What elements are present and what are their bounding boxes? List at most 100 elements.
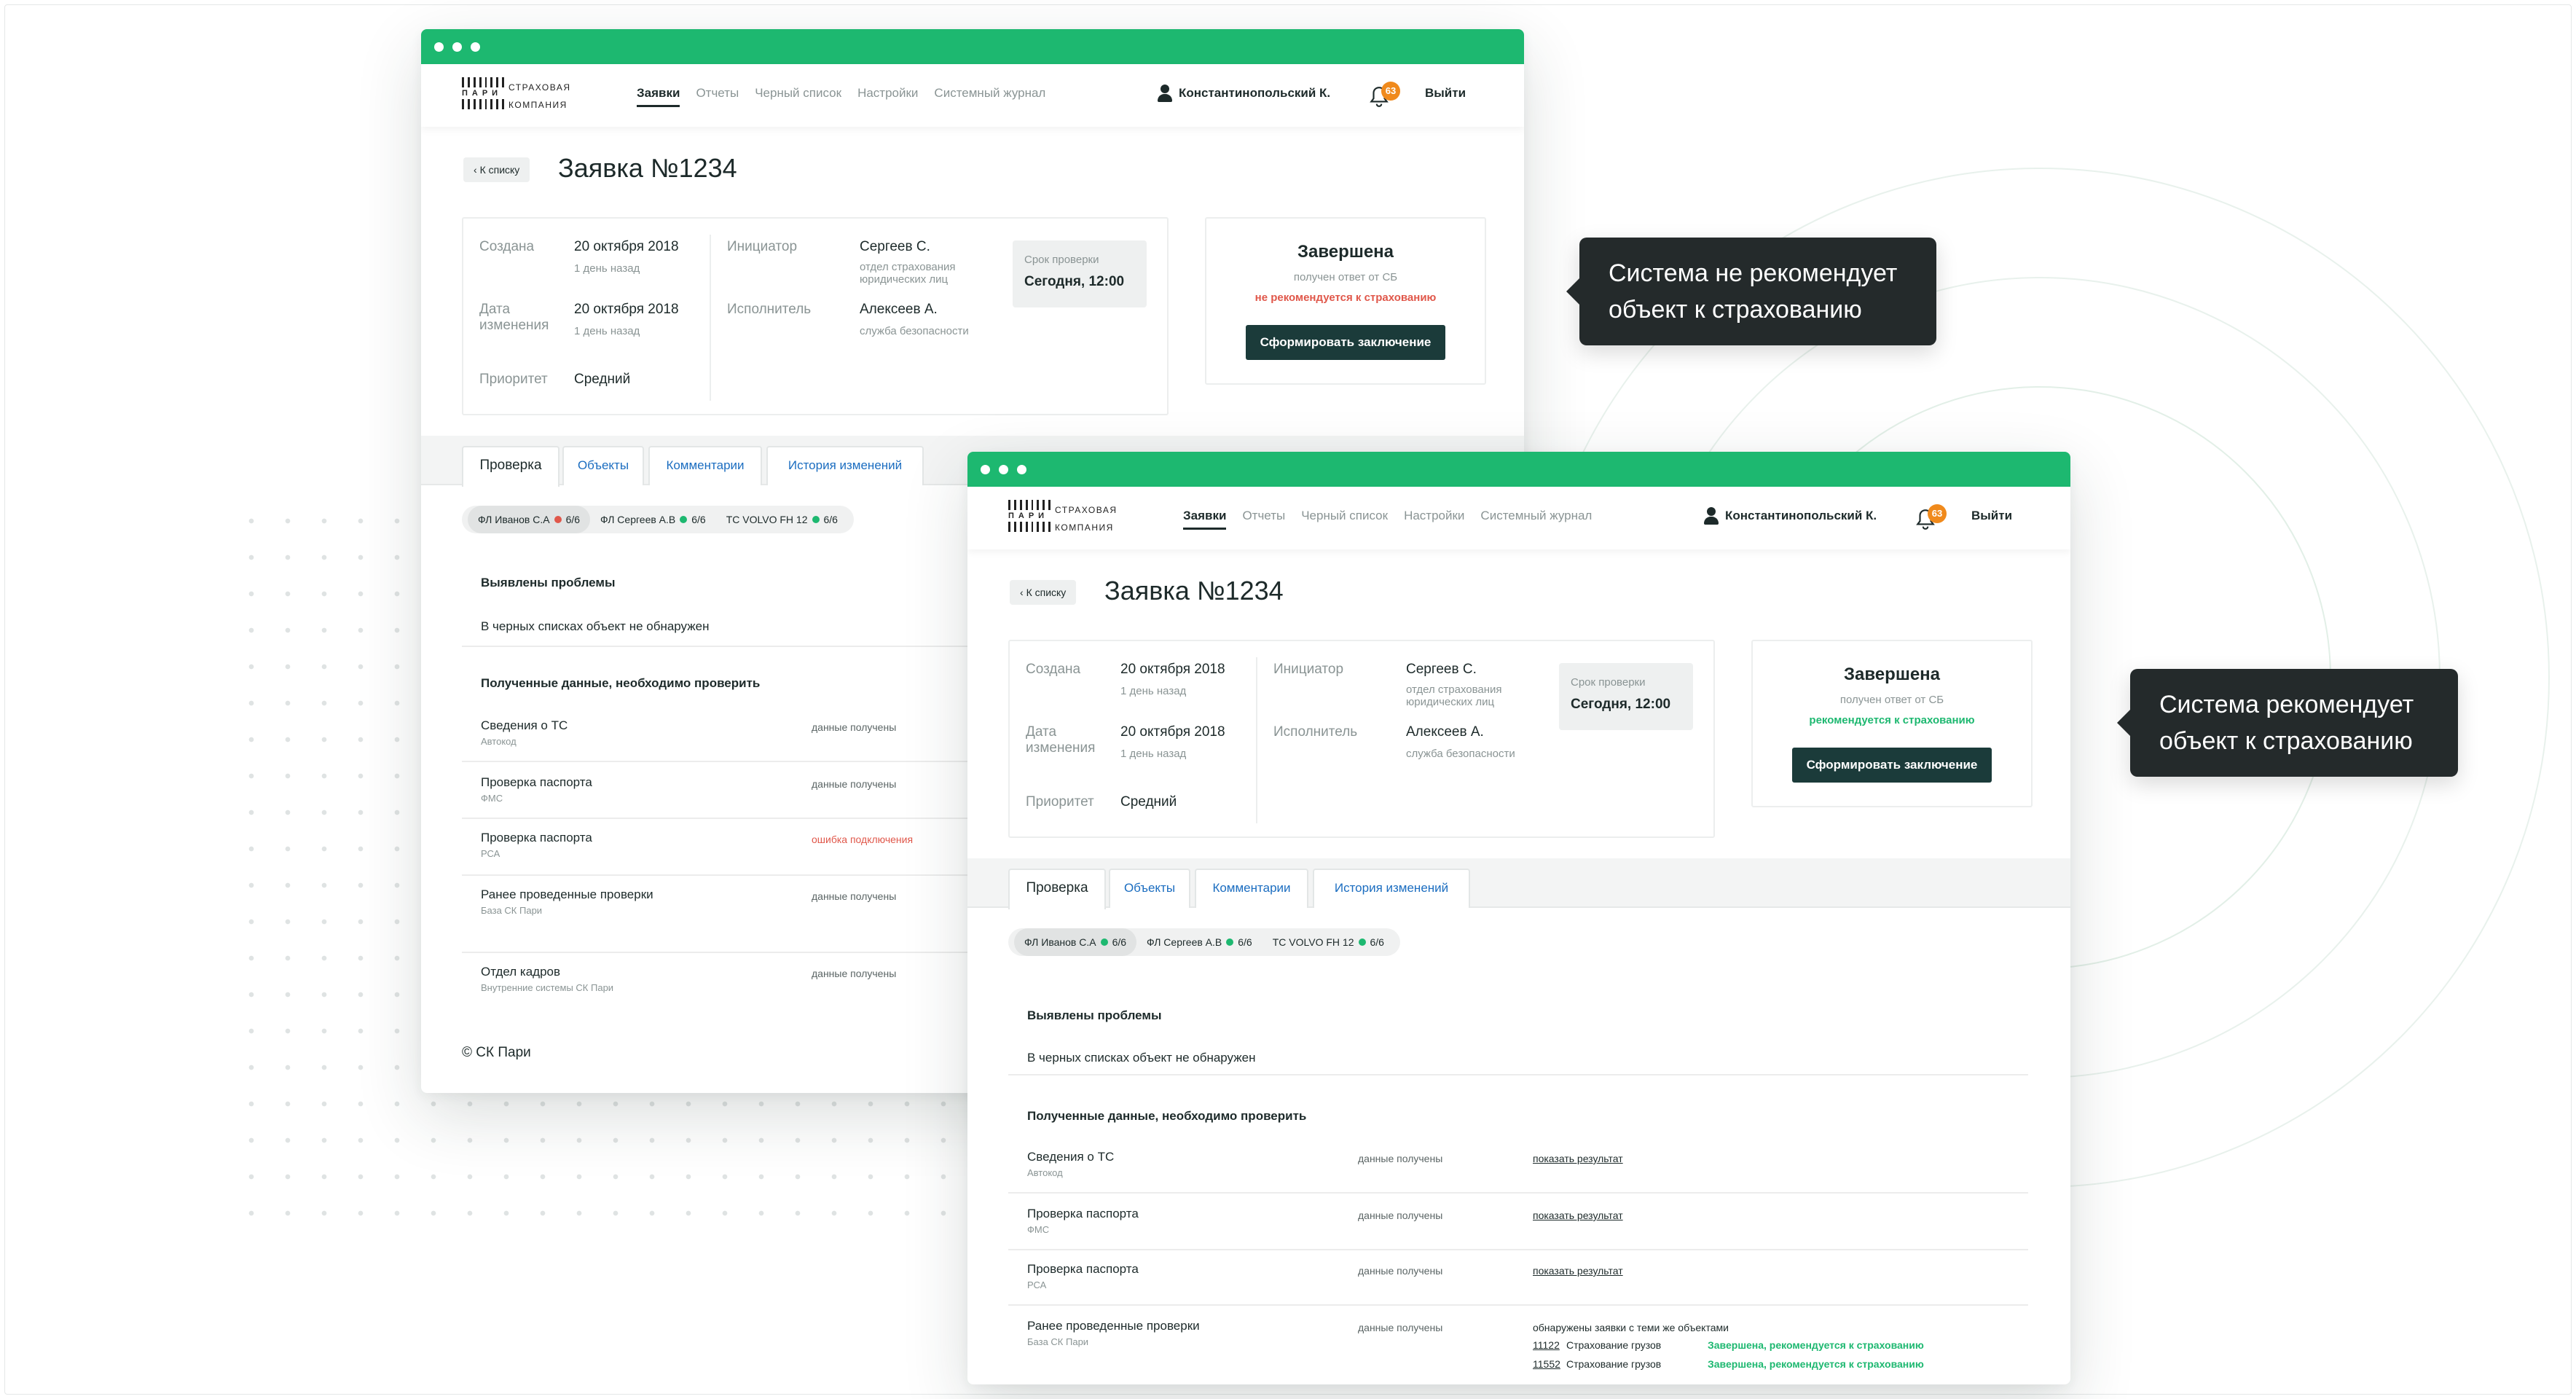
created-value: 20 октября 2018 [1120, 662, 1225, 677]
tab-check[interactable]: Проверка [462, 446, 559, 487]
callout-not-recommend: Система не рекомендует объект к страхова… [1566, 238, 1936, 345]
check-source: ФМС [481, 793, 503, 804]
tabs-bar: Проверка Объекты Комментарии История изм… [967, 858, 2070, 909]
logout-button[interactable]: Выйти [1971, 509, 2012, 523]
window-titlebar [967, 452, 2070, 487]
check-source: ФМС [1027, 1224, 1050, 1235]
back-to-list-button[interactable]: ‹ К списку [463, 157, 530, 182]
company-logo[interactable]: ПАРИ СТРАХОВАЯ КОМПАНИЯ [1008, 500, 1118, 536]
nav-item-requests[interactable]: Заявки [637, 86, 680, 107]
nav-item-system-log[interactable]: Системный журнал [1480, 509, 1592, 530]
request-info-card: Создана 20 октября 2018 1 день назад Дат… [462, 217, 1169, 415]
deadline-value: Сегодня, 12:00 [1571, 697, 1671, 712]
chip-label: ТС VOLVO FH 12 [726, 514, 808, 525]
tab-comments[interactable]: Комментарии [1195, 869, 1308, 908]
initiator-value: Сергеев С. [1406, 662, 1477, 677]
object-chips: ФЛ Иванов С.А 6/6 ФЛ Сергеев А.В 6/6 ТС VO… [1008, 928, 1400, 956]
window-dot [999, 464, 1008, 474]
ok-dot-icon [680, 516, 688, 523]
status-not-recommended: не рекомендуется к страхованию [1254, 291, 1437, 304]
nav-item-settings[interactable]: Настройки [1404, 509, 1464, 530]
user-menu[interactable]: Константинопольский К. [1157, 85, 1330, 102]
logo-line1: СТРАХОВАЯ [508, 82, 571, 93]
tab-comments[interactable]: Комментарии [648, 446, 762, 485]
show-result-link[interactable]: показать результат [1533, 1153, 1623, 1164]
chip-sergeev[interactable]: ФЛ Сергеев А.В 6/6 [1136, 928, 1263, 956]
created-ago: 1 день назад [574, 262, 640, 275]
error-dot-icon [554, 516, 562, 523]
created-label: Создана [479, 239, 535, 254]
info-divider [710, 235, 711, 401]
status-card: Завершена получен ответ от СБ рекомендуе… [1751, 640, 2033, 807]
nav-item-reports[interactable]: Отчеты [1242, 509, 1285, 530]
match-status: Завершена, рекомендуется к страхованию [1708, 1358, 1924, 1370]
problems-title: Выявлены проблемы [481, 576, 616, 589]
check-status: данные получены [1358, 1153, 1443, 1164]
status-title: Завершена [1843, 665, 1941, 684]
check-source: Автокод [481, 736, 517, 747]
generate-conclusion-button[interactable]: Сформировать заключение [1792, 748, 1992, 783]
divider [1008, 1249, 2028, 1250]
created-value: 20 октября 2018 [574, 239, 679, 254]
chip-sergeev[interactable]: ФЛ Сергеев А.В 6/6 [590, 506, 716, 533]
nav-item-blacklist[interactable]: Черный список [1301, 509, 1388, 530]
logo-line1: СТРАХОВАЯ [1055, 505, 1118, 515]
user-name: Константинопольский К. [1179, 86, 1331, 100]
window-dot [452, 42, 462, 52]
tab-objects[interactable]: Объекты [1109, 869, 1190, 908]
nav-item-blacklist[interactable]: Черный список [755, 86, 841, 107]
check-name: Ранее проведенные проверки [1027, 1319, 1200, 1333]
tab-check[interactable]: Проверка [1008, 869, 1106, 909]
back-label: К списку [479, 164, 520, 176]
main-nav: Заявки Отчеты Черный список Настройки Си… [637, 86, 1045, 107]
created-ago: 1 день назад [1120, 685, 1187, 697]
chip-volvo[interactable]: ТС VOLVO FH 12 6/6 [1263, 928, 1394, 956]
chip-ivanov[interactable]: ФЛ Иванов С.А 6/6 [1014, 928, 1137, 956]
priority-value: Средний [574, 372, 631, 387]
tab-history[interactable]: История изменений [766, 446, 924, 485]
notifications-button[interactable]: 63 [1916, 504, 1947, 530]
nav-item-requests[interactable]: Заявки [1183, 509, 1227, 530]
match-type: Страхование грузов [1566, 1339, 1662, 1351]
nav-item-reports[interactable]: Отчеты [696, 86, 739, 107]
logo-wordmark: ПАРИ [1008, 512, 1049, 520]
chip-label: ТС VOLVO FH 12 [1272, 936, 1354, 948]
match-status: Завершена, рекомендуется к страхованию [1708, 1339, 1924, 1351]
check-name: Проверка паспорта [481, 775, 592, 789]
priority-label: Приоритет [1026, 794, 1094, 810]
logo-mark: ПАРИ [1008, 500, 1051, 536]
back-to-list-button[interactable]: ‹ К списку [1010, 580, 1077, 605]
app-window-recommended: ПАРИ СТРАХОВАЯ КОМПАНИЯ Заявки Отчеты Чер… [967, 452, 2070, 1384]
check-source: Автокод [1027, 1167, 1063, 1178]
show-result-link[interactable]: показать результат [1533, 1210, 1623, 1221]
priority-value: Средний [1120, 794, 1177, 810]
company-logo[interactable]: ПАРИ СТРАХОВАЯ КОМПАНИЯ [462, 77, 571, 114]
chip-label: ФЛ Иванов С.А [478, 514, 550, 525]
notification-count-badge: 63 [1381, 82, 1400, 101]
user-menu[interactable]: Константинопольский К. [1703, 507, 1877, 525]
page-title: Заявка №1234 [1104, 576, 1284, 606]
user-name: Константинопольский К. [1725, 509, 1877, 522]
executor-label: Исполнитель [1273, 724, 1358, 740]
match-request-link[interactable]: 11552 [1533, 1358, 1560, 1370]
logout-button[interactable]: Выйти [1425, 86, 1466, 101]
nav-item-system-log[interactable]: Системный журнал [934, 86, 1045, 107]
changed-ago: 1 день назад [1120, 748, 1187, 760]
logo-line2: КОМПАНИЯ [508, 100, 568, 110]
problems-title: Выявлены проблемы [1027, 1008, 1162, 1022]
match-request-link[interactable]: 11122 [1533, 1339, 1560, 1351]
status-card: Завершена получен ответ от СБ не рекомен… [1205, 217, 1486, 385]
check-name: Проверка паспорта [1027, 1207, 1139, 1220]
show-result-link[interactable]: показать результат [1533, 1265, 1623, 1277]
notifications-button[interactable]: 63 [1370, 82, 1400, 107]
tab-history[interactable]: История изменений [1313, 869, 1470, 908]
chip-volvo[interactable]: ТС VOLVO FH 12 6/6 [716, 506, 848, 533]
user-icon [1703, 507, 1719, 525]
chip-ivanov[interactable]: ФЛ Иванов С.А 6/6 [468, 506, 591, 533]
tab-objects[interactable]: Объекты [562, 446, 644, 485]
check-status: данные получены [1358, 1210, 1443, 1221]
status-sub: получен ответ от СБ [1839, 694, 1944, 706]
nav-item-settings[interactable]: Настройки [857, 86, 918, 107]
generate-conclusion-button[interactable]: Сформировать заключение [1246, 325, 1445, 360]
footer-copyright: © СК Пари [462, 1045, 531, 1060]
